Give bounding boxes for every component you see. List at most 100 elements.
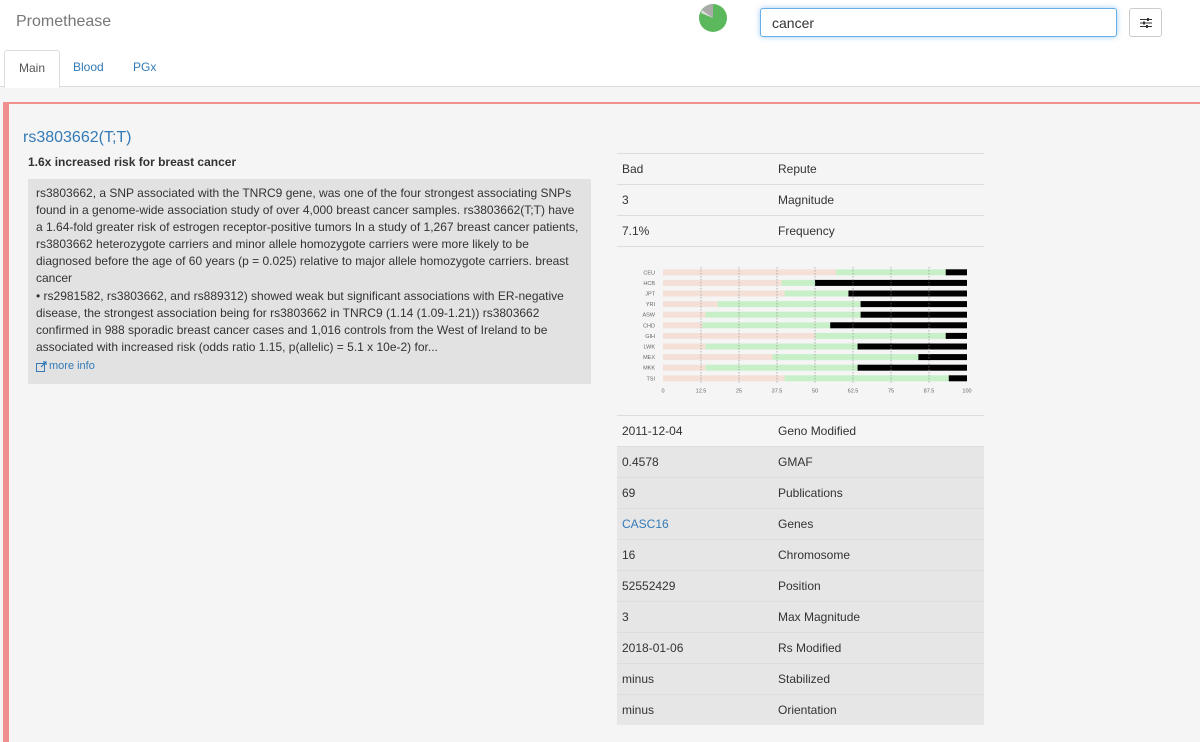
search-input[interactable]: [760, 8, 1117, 37]
chart-bar-segment: [830, 322, 967, 329]
snp-description: rs3803662, a SNP associated with the TNR…: [28, 179, 591, 384]
app-title[interactable]: Promethease: [16, 13, 111, 31]
chart-tick-label: 87.5: [924, 389, 935, 395]
chart-bar-segment: [702, 322, 831, 329]
chart-bar-segment: [848, 290, 967, 297]
chart-bar-segment: [705, 364, 858, 371]
frequency-chart: CEU HCB JPT YRI ASW CHD GIH LWK MEX MKK TSI 0 12.5 25…: [617, 246, 984, 416]
chart-tick-label: 0: [661, 389, 664, 395]
chart-bar-segment: [784, 290, 849, 297]
description-paragraph: rs3803662, a SNP associated with the TNR…: [36, 186, 579, 286]
chart-category-label: GIH: [645, 334, 655, 340]
chart-bar-segment: [857, 343, 967, 350]
chart-bar-segment: [772, 354, 919, 361]
snp-summary: 1.6x increased risk for breast cancer: [28, 155, 237, 169]
chart-tick-label: 62.5: [848, 389, 859, 395]
tab-bar: Main Blood PGx: [0, 46, 1200, 88]
chart-bar-segment: [857, 364, 967, 371]
property-value: 3: [622, 610, 629, 624]
property-key: Orientation: [778, 703, 837, 717]
property-row: minus Orientation: [617, 694, 984, 725]
chart-bar-segment: [945, 269, 967, 276]
property-value: 69: [622, 486, 636, 500]
progress-pie-icon: [699, 4, 727, 32]
chart-bar-segment: [663, 354, 773, 361]
chart-bar-segment: [663, 322, 703, 329]
property-value: 2018-01-06: [622, 641, 684, 655]
chart-bar-segment: [815, 332, 946, 339]
property-key: Stabilized: [778, 672, 831, 686]
chart-tick-label: 37.5: [772, 389, 783, 395]
property-row: 7.1% Frequency: [617, 215, 984, 246]
chart-category-label: LWK: [643, 345, 655, 351]
more-info-label: more info: [49, 359, 95, 372]
property-row: 3 Magnitude: [617, 184, 984, 215]
chart-category-label: HCB: [643, 281, 655, 287]
chart-category-label: MEX: [643, 355, 655, 361]
chart-bar-segment: [663, 290, 785, 297]
property-value: 2011-12-04: [622, 424, 683, 438]
property-key: GMAF: [778, 455, 813, 469]
chart-bar-segment: [663, 375, 785, 382]
property-key: Max Magnitude: [778, 610, 861, 624]
chart-bar-segment: [781, 279, 815, 286]
chart-bar-segment: [705, 311, 861, 318]
property-key: Magnitude: [778, 193, 835, 207]
property-row: CASC16 Genes: [617, 508, 984, 539]
chart-bar-segment: [663, 279, 782, 286]
property-key: Repute: [778, 162, 817, 176]
top-navbar: Promethease: [0, 0, 1200, 46]
property-row: 0.4578 GMAF: [617, 446, 984, 477]
property-row: 69 Publications: [617, 477, 984, 508]
chart-category-label: CHD: [643, 323, 655, 329]
chart-bar-segment: [663, 343, 706, 350]
property-value: minus: [622, 672, 655, 686]
chart-bar-segment: [918, 354, 967, 361]
property-key: Position: [778, 579, 821, 593]
chart-bar-segment: [663, 311, 706, 318]
chart-category-label: CEU: [643, 270, 655, 276]
tab-pgx[interactable]: PGx: [119, 50, 170, 87]
property-value: 0.4578: [622, 455, 659, 469]
chart-category-label: ASW: [642, 313, 655, 319]
property-key: Publications: [778, 486, 843, 500]
more-info-link[interactable]: more info: [36, 358, 95, 375]
external-link-icon: [36, 361, 47, 372]
sliders-icon: [1139, 17, 1152, 28]
chart-bar-segment: [663, 269, 837, 276]
tab-main[interactable]: Main: [4, 50, 61, 88]
property-value: minus: [622, 703, 655, 717]
property-key: Chromosome: [778, 548, 851, 562]
frequency-chart-svg: CEU HCB JPT YRI ASW CHD GIH LWK MEX MKK TSI 0 12.5 25…: [642, 267, 972, 395]
property-value: 52552429: [622, 579, 676, 593]
chart-bar-segment: [663, 364, 706, 371]
tab-blood[interactable]: Blood: [59, 50, 118, 87]
chart-bar-segment: [663, 301, 718, 308]
snp-title-link[interactable]: rs3803662(T;T): [23, 129, 132, 147]
property-row: 2018-01-06 Rs Modified: [617, 632, 984, 663]
chart-tick-label: 12.5: [696, 389, 707, 395]
property-row: Bad Repute: [617, 153, 984, 184]
property-key: Geno Modified: [778, 424, 857, 438]
settings-button[interactable]: [1129, 8, 1162, 37]
chart-category-label: MKK: [643, 366, 655, 372]
chart-category-label: YRI: [646, 302, 656, 308]
chart-bar-segment: [860, 311, 967, 318]
chart-bar-segment: [705, 343, 858, 350]
description-paragraph: • rs2981582, rs3803662, and rs889312) sh…: [36, 288, 564, 354]
property-key: Rs Modified: [778, 641, 842, 655]
chart-bar-segment: [860, 301, 967, 308]
chart-tick-label: 75: [888, 389, 894, 395]
property-row: 16 Chromosome: [617, 539, 984, 570]
chart-category-label: TSI: [646, 376, 655, 382]
property-key: Genes: [778, 517, 814, 531]
property-row: 2011-12-04 Geno Modified: [617, 415, 984, 446]
chart-category-label: JPT: [645, 292, 655, 298]
gene-link[interactable]: CASC16: [622, 517, 669, 531]
chart-bar-segment: [945, 332, 967, 339]
chart-tick-label: 25: [736, 389, 742, 395]
property-row: minus Stabilized: [617, 663, 984, 694]
property-row: 3 Max Magnitude: [617, 601, 984, 632]
property-key: Frequency: [778, 224, 835, 238]
property-value: Bad: [622, 162, 644, 176]
